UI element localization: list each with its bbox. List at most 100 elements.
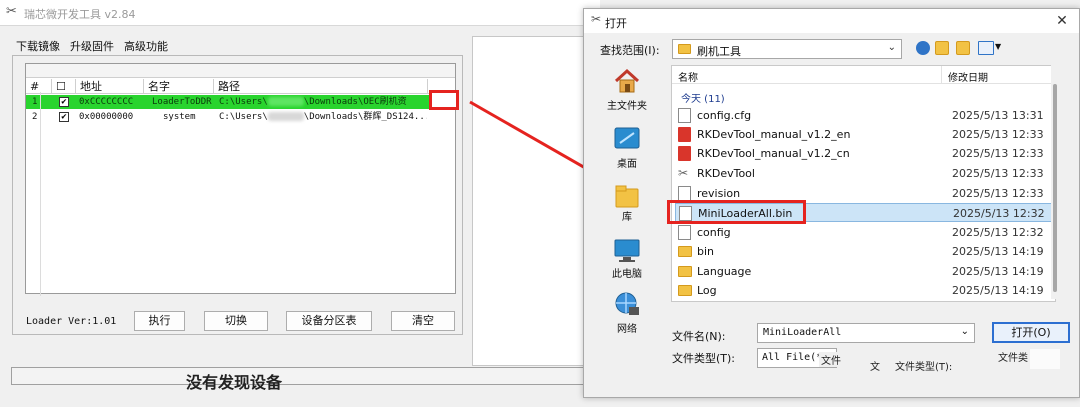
file-name: RKDevTool_manual_v1.2_en: [697, 128, 851, 141]
open-file-dialog: ✂ 打开 ✕ 查找范围(I): 刷机工具 ⌄ ▼ 主文件夹 桌面 库 此电脑 网…: [583, 8, 1080, 398]
ghost-label: 文件: [819, 352, 843, 367]
download-list: # ☐ 地址 名字 路径 1 ✔ 0xCCCCCCCC LoaderToDDR …: [25, 63, 456, 294]
place-desktop-label[interactable]: 桌面: [598, 155, 656, 170]
row-index: 1: [32, 97, 38, 107]
file-list-scrollbar[interactable]: [1051, 64, 1059, 299]
switch-button[interactable]: 切换: [204, 311, 268, 331]
file-item[interactable]: ✂ RKDevTool 2025/5/13 12:33: [675, 164, 1055, 183]
clear-button[interactable]: 清空: [391, 311, 455, 331]
table-row[interactable]: 2 ✔ 0x00000000 system C:\Users\ \Download…: [26, 110, 455, 124]
look-in-value: 刷机工具: [697, 45, 741, 58]
file-item[interactable]: RKDevTool_manual_v1.2_en 2025/5/13 12:33: [675, 125, 1055, 144]
table-row[interactable]: 1 ✔ 0xCCCCCCCC LoaderToDDR C:\Users\ \Dow…: [26, 95, 455, 109]
tools-icon: ✂: [6, 4, 17, 19]
column-name[interactable]: 名称: [678, 69, 698, 84]
tab-advanced[interactable]: 高级功能: [124, 38, 168, 54]
doc-icon: [678, 108, 691, 123]
view-menu-icon[interactable]: [978, 41, 994, 55]
ghost-label: 文件类: [998, 353, 1028, 364]
file-item[interactable]: Language 2025/5/13 14:19: [675, 262, 1055, 281]
file-name-input[interactable]: MiniLoaderAll ⌄: [757, 323, 975, 343]
place-this-pc-label[interactable]: 此电脑: [598, 265, 656, 280]
file-name: RKDevTool: [697, 167, 755, 180]
file-item[interactable]: config 2025/5/13 12:32: [675, 223, 1055, 242]
header-path[interactable]: 路径: [214, 79, 428, 94]
row-address: 0xCCCCCCCC: [79, 97, 134, 107]
back-icon[interactable]: [916, 41, 930, 55]
tools-icon: ✂: [591, 12, 602, 26]
group-header-today[interactable]: 今天 (11): [681, 90, 725, 105]
file-name: bin: [697, 245, 715, 258]
doc-icon: [678, 186, 691, 201]
row-path: C:\Users\ \Downloads\群辉_DS124...: [219, 110, 427, 124]
header-index[interactable]: #: [26, 79, 52, 94]
column-divider: [40, 92, 41, 296]
header-name[interactable]: 名字: [144, 79, 214, 94]
partition-table-button[interactable]: 设备分区表: [286, 311, 372, 331]
execute-button[interactable]: 执行: [134, 311, 185, 331]
tab-upgrade-firmware[interactable]: 升级固件: [70, 38, 114, 54]
file-date: 2025/5/13 14:19: [952, 284, 1044, 297]
network-icon[interactable]: [612, 291, 642, 319]
file-name: revision: [697, 187, 741, 200]
file-item[interactable]: RKDevTool_manual_v1.2_cn 2025/5/13 12:33: [675, 144, 1055, 163]
file-item[interactable]: bin 2025/5/13 14:19: [675, 242, 1055, 261]
file-name: Language: [697, 265, 752, 278]
redacted-username: [267, 97, 304, 106]
file-date: 2025/5/13 12:33: [952, 128, 1044, 141]
path-start: C:\Users\: [219, 112, 268, 122]
place-network-label[interactable]: 网络: [598, 320, 656, 335]
row-address: 0x00000000: [79, 112, 134, 122]
file-date: 2025/5/13 14:19: [952, 265, 1044, 278]
file-date: 2025/5/13 12:32: [953, 207, 1045, 220]
dialog-title: 打开: [605, 17, 627, 30]
home-folder-icon[interactable]: [612, 67, 642, 95]
row-checkbox[interactable]: ✔: [59, 97, 69, 107]
column-separator: [941, 66, 942, 84]
file-name: config.cfg: [697, 109, 752, 122]
file-name-label: 文件名(N):: [672, 330, 726, 343]
file-date: 2025/5/13 12:32: [952, 226, 1044, 239]
redacted-username: [267, 112, 304, 121]
app-icon: ✂: [678, 166, 689, 180]
header-check[interactable]: ☐: [52, 79, 76, 94]
loader-version: Loader Ver:1.01: [26, 316, 117, 327]
look-in-dropdown[interactable]: 刷机工具 ⌄: [672, 39, 902, 59]
ghost-label: 文: [870, 362, 880, 373]
ghost-label: 文件类型(T):: [895, 362, 953, 373]
library-icon[interactable]: [612, 183, 642, 211]
tab-download-image[interactable]: 下载镜像: [16, 38, 60, 54]
column-date[interactable]: 修改日期: [948, 69, 988, 84]
file-item[interactable]: Log 2025/5/13 14:19: [675, 281, 1055, 300]
row-name: LoaderToDDR: [152, 97, 212, 107]
rendering-artifact: [1030, 349, 1060, 369]
close-icon[interactable]: ✕: [1051, 11, 1073, 31]
file-date: 2025/5/13 12:33: [952, 167, 1044, 180]
place-library-label[interactable]: 库: [598, 208, 656, 223]
folder-icon: [678, 266, 692, 277]
chevron-down-icon[interactable]: ▼: [995, 42, 1001, 51]
row-name: system: [163, 112, 196, 122]
annotation-highlight-box: [667, 200, 806, 224]
chevron-down-icon[interactable]: ⌄: [961, 326, 969, 337]
row-checkbox[interactable]: ✔: [59, 112, 69, 122]
file-type-label: 文件类型(T):: [672, 352, 736, 365]
scrollbar-thumb[interactable]: [1053, 84, 1057, 292]
title-bar: ✂ 瑞芯微开发工具 v2.84: [0, 0, 600, 26]
new-folder-icon[interactable]: [956, 41, 970, 55]
file-item[interactable]: config.cfg 2025/5/13 13:31: [675, 106, 1055, 125]
desktop-icon[interactable]: [612, 125, 642, 153]
place-home-label[interactable]: 主文件夹: [598, 97, 656, 112]
app-title: 瑞芯微开发工具 v2.84: [24, 8, 136, 21]
header-address[interactable]: 地址: [76, 79, 144, 94]
computer-icon[interactable]: [612, 237, 642, 265]
annotation-highlight-box[interactable]: [429, 90, 459, 110]
dialog-title-bar: ✂ 打开 ✕: [584, 9, 1079, 33]
file-name: Log: [697, 284, 717, 297]
up-folder-icon[interactable]: [935, 41, 949, 55]
file-list: 名称 修改日期 今天 (11) config.cfg 2025/5/13 13:…: [671, 65, 1056, 302]
places-bar: 主文件夹 桌面 库 此电脑 网络: [598, 65, 656, 347]
path-start: C:\Users\: [219, 97, 268, 107]
list-top-strip: [26, 64, 455, 78]
open-button[interactable]: 打开(O): [992, 322, 1070, 343]
